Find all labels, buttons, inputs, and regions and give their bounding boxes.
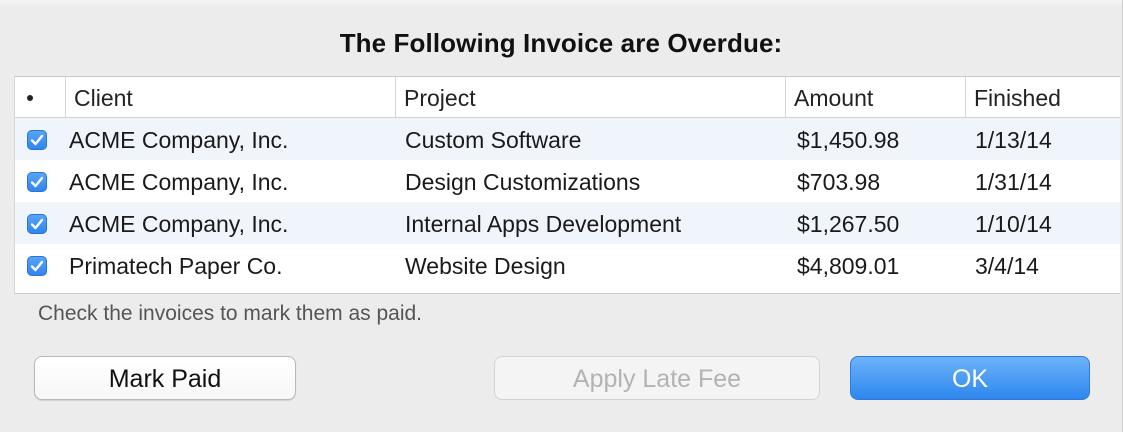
- finished-cell: 1/31/14: [975, 169, 1052, 195]
- instruction-text: Check the invoices to mark them as paid.: [38, 302, 423, 325]
- amount-cell: $4,809.01: [797, 253, 900, 279]
- amount-cell: $1,267.50: [797, 211, 900, 237]
- amount-cell: $703.98: [797, 169, 881, 195]
- ok-button[interactable]: OK: [850, 356, 1090, 400]
- paid-checkbox[interactable]: [27, 256, 47, 276]
- column-header-amount[interactable]: Amount: [785, 77, 965, 117]
- table-row[interactable]: ACME Company, Inc. Design Customizations…: [15, 160, 1120, 202]
- project-cell: Custom Software: [405, 127, 582, 153]
- checkmark-icon: [30, 260, 44, 272]
- overdue-invoices-dialog: The Following Invoice are Overdue: Clien…: [0, 0, 1123, 432]
- column-header-client[interactable]: Client: [65, 77, 405, 117]
- project-cell: Internal Apps Development: [405, 211, 682, 237]
- checkmark-icon: [30, 176, 44, 188]
- finished-cell: 1/10/14: [975, 211, 1052, 237]
- finished-cell: 3/4/14: [975, 253, 1039, 279]
- checkmark-icon: [30, 134, 44, 146]
- apply-late-fee-button[interactable]: Apply Late Fee: [494, 356, 820, 400]
- client-cell: ACME Company, Inc.: [69, 169, 289, 195]
- paid-checkbox[interactable]: [27, 214, 47, 234]
- paid-checkbox[interactable]: [27, 172, 47, 192]
- table-header: Client Project Amount Finished: [15, 77, 1120, 118]
- paid-checkbox[interactable]: [27, 130, 47, 150]
- finished-cell: 1/13/14: [975, 127, 1052, 153]
- column-header-finished[interactable]: Finished: [965, 77, 1120, 117]
- project-cell: Website Design: [405, 253, 566, 279]
- project-cell: Design Customizations: [405, 169, 641, 195]
- table-row[interactable]: ACME Company, Inc. Internal Apps Develop…: [15, 202, 1120, 244]
- mark-paid-button[interactable]: Mark Paid: [34, 356, 296, 400]
- client-cell: Primatech Paper Co.: [69, 253, 283, 279]
- invoice-table: Client Project Amount Finished ACME Comp…: [14, 76, 1120, 294]
- checkmark-icon: [30, 218, 44, 230]
- table-row[interactable]: Primatech Paper Co. Website Design $4,80…: [15, 244, 1120, 286]
- amount-cell: $1,450.98: [797, 127, 900, 153]
- table-row[interactable]: ACME Company, Inc. Custom Software $1,45…: [15, 118, 1120, 160]
- client-cell: ACME Company, Inc.: [69, 211, 289, 237]
- client-cell: ACME Company, Inc.: [69, 127, 289, 153]
- dialog-title: The Following Invoice are Overdue:: [339, 28, 783, 58]
- select-column-header[interactable]: [27, 95, 33, 101]
- column-header-project[interactable]: Project: [395, 77, 785, 117]
